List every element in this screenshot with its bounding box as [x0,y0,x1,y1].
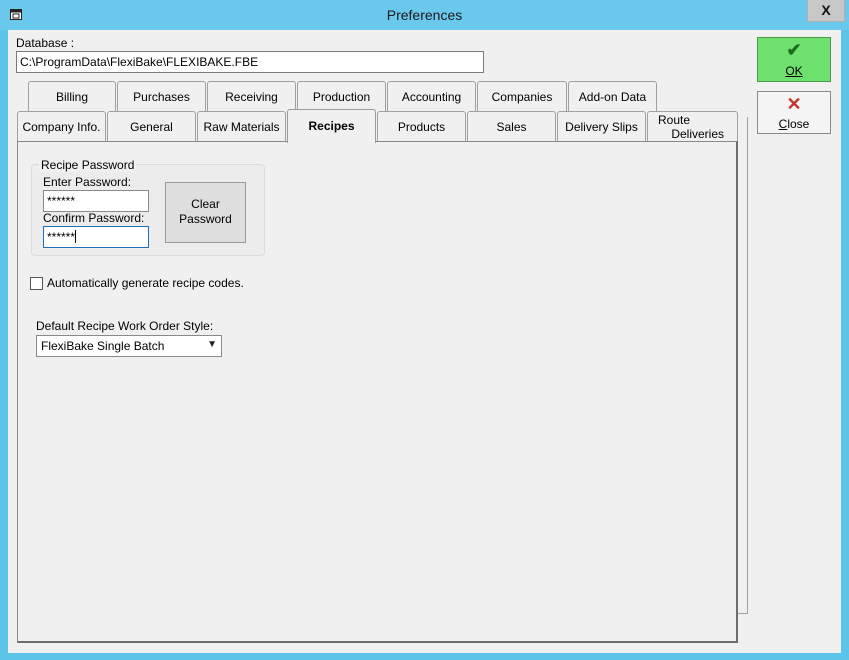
tab-purchases[interactable]: Purchases [117,81,206,111]
enter-password-field[interactable]: ****** [43,190,149,212]
work-order-style-value: FlexiBake Single Batch [41,339,165,353]
check-icon: ✔ [786,40,802,60]
recipe-password-group: Recipe Password Enter Password: ****** C… [31,158,265,256]
enter-password-label: Enter Password: [43,175,132,189]
confirm-password-value: ****** [47,230,76,244]
title-bar: Preferences X [0,0,849,30]
ok-button[interactable]: ✔ OK [757,37,831,82]
tab-add-on-data[interactable]: Add-on Data [568,81,657,111]
close-button[interactable]: ✕ Close [757,91,831,134]
tab-products[interactable]: Products [377,111,466,141]
auto-generate-label[interactable]: Automatically generate recipe codes. [47,276,244,290]
tab-receiving[interactable]: Receiving [207,81,296,111]
tab-route-deliveries[interactable]: Route Deliveries [647,111,738,141]
tab-delivery-slips[interactable]: Delivery Slips [557,111,646,141]
tab-companies[interactable]: Companies [477,81,567,111]
recipe-password-group-title: Recipe Password [39,158,137,172]
chevron-down-icon[interactable]: ▼ [207,339,217,350]
clear-password-line2: Password [179,212,232,226]
tab-company-info[interactable]: Company Info. [17,111,106,141]
database-path-field[interactable]: C:\ProgramData\FlexiBake\FLEXIBAKE.FBE [16,51,484,73]
tab-billing[interactable]: Billing [28,81,116,111]
auto-generate-checkbox[interactable] [30,277,43,290]
confirm-password-label: Confirm Password: [43,211,145,225]
close-label: Close [778,117,810,131]
work-order-style-select[interactable]: FlexiBake Single Batch ▼ [36,335,222,357]
confirm-password-field[interactable]: ****** [43,226,149,248]
x-icon: ✕ [786,94,802,114]
ok-label: OK [785,64,803,78]
tab-sales[interactable]: Sales [467,111,556,141]
tab-raw-materials[interactable]: Raw Materials [197,111,286,141]
tab-accounting[interactable]: Accounting [387,81,476,111]
recipes-tab-panel: Recipe Password Enter Password: ****** C… [17,141,738,643]
enter-password-value: ****** [47,194,76,208]
dialog-client: Database : C:\ProgramData\FlexiBake\FLEX… [8,30,841,653]
window-close-button[interactable]: X [807,0,845,22]
work-order-style-label: Default Recipe Work Order Style: [36,319,214,333]
text-caret [75,230,77,243]
tab-general[interactable]: General [107,111,196,141]
tab-recipes[interactable]: Recipes [287,109,376,143]
database-label: Database : [16,36,75,50]
clear-password-button[interactable]: Clear Password [165,182,246,243]
clear-password-line1: Clear [191,197,220,211]
tab-production[interactable]: Production [297,81,386,111]
tab-panel-back-edge [738,117,748,614]
window-title: Preferences [386,7,463,23]
